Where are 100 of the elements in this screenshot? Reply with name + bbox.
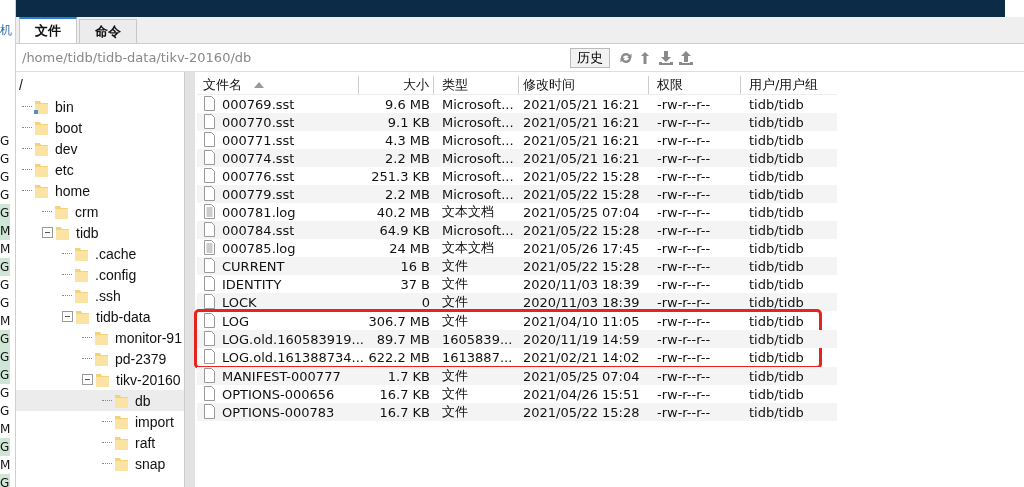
size-unit: G (0, 258, 10, 276)
collapse-icon[interactable] (42, 227, 53, 238)
table-cell: 2021/05/22 15:28 (523, 404, 640, 420)
file-row[interactable]: OPTIONS-000656 16.7 KB 文件 2021/04/26 15:51 -rw-r--r-- tidb/tidb (197, 385, 837, 403)
size-unit: G (0, 366, 10, 384)
tree-item[interactable]: bin (16, 96, 184, 117)
table-cell: 2.2 MB (385, 186, 430, 202)
table-cell: 16.7 KB (379, 386, 430, 402)
file-row[interactable]: MANIFEST-000777 1.7 KB 文件 2021/05/25 07:04 -rw-r--r-- tidb/tidb (197, 367, 837, 385)
table-cell: 000779.sst (222, 186, 295, 202)
table-cell: 9.6 MB (385, 96, 430, 112)
tree-item[interactable]: snap (16, 453, 184, 474)
tree-item[interactable]: crm (16, 201, 184, 222)
tab[interactable]: 文件 (19, 17, 77, 43)
table-cell: tidb/tidb (749, 240, 804, 256)
folder-icon (34, 182, 49, 199)
scrollbar[interactable] (185, 72, 195, 487)
folder-icon (74, 287, 89, 304)
file-row[interactable]: OPTIONS-000783 16.7 KB 文件 2021/05/22 15:28 -rw-r--r-- tidb/tidb (197, 403, 837, 421)
file-row[interactable]: 000784.sst 64.9 KB Microsoft... 2021/05/22 15:28 -rw-r--r-- tidb/tidb (197, 221, 837, 239)
table-cell: 2021/04/10 11:05 (523, 313, 640, 329)
file-icon (203, 222, 216, 238)
tree-item[interactable]: raft (16, 432, 184, 453)
table-cell: 2021/05/22 15:28 (523, 168, 640, 184)
file-row[interactable]: LOG 306.7 MB 文件 2021/04/10 11:05 -rw-r--r-- tidb/tidb (197, 312, 837, 330)
folder-icon (74, 266, 89, 283)
table-cell: 622.2 MB (368, 349, 430, 365)
folder-icon (54, 203, 69, 220)
tree-item[interactable]: import (16, 411, 184, 432)
file-row[interactable]: 000770.sst 9.1 KB Microsoft... 2021/05/21 16:21 -rw-r--r-- tidb/tidb (197, 113, 837, 131)
column-header[interactable]: 类型 (434, 76, 519, 94)
folder-icon (114, 434, 129, 451)
tree-item[interactable]: tidb-data (16, 306, 184, 327)
table-cell: 2021/05/21 16:21 (523, 150, 640, 166)
size-unit: G (0, 204, 10, 222)
file-icon (203, 132, 216, 148)
tree-item[interactable]: etc (16, 159, 184, 180)
tree-item[interactable]: .ssh (16, 285, 184, 306)
table-cell: 文件 (442, 385, 468, 403)
table-cell: tidb/tidb (749, 368, 804, 384)
file-row[interactable]: 000779.sst 2.2 MB Microsoft... 2021/05/22 15:28 -rw-r--r-- tidb/tidb (197, 185, 837, 203)
folder-icon (34, 119, 49, 136)
upload-icon[interactable] (678, 49, 694, 66)
text-file-icon (203, 204, 216, 220)
table-cell: 000776.sst (222, 168, 295, 184)
table-cell: tidb/tidb (749, 222, 804, 238)
size-unit: G (0, 169, 10, 186)
tree-item[interactable]: tikv-20160 (16, 369, 184, 390)
tree-item[interactable]: db (16, 390, 184, 411)
tab[interactable]: 命令 (79, 19, 137, 43)
folder-icon (94, 350, 109, 367)
file-row[interactable]: 000785.log 24 MB 文本文档 2021/05/26 17:45 -rw-r--r-- tidb/tidb (197, 239, 837, 257)
file-row[interactable]: 000776.sst 251.3 KB Microsoft... 2021/05/22 15:28 -rw-r--r-- tidb/tidb (197, 167, 837, 185)
tree-item[interactable]: tidb (16, 222, 184, 243)
table-cell: 000784.sst (222, 222, 295, 238)
file-row[interactable]: 000769.sst 9.6 MB Microsoft... 2021/05/21 16:21 -rw-r--r-- tidb/tidb (197, 95, 837, 113)
file-row[interactable]: 000781.log 40.2 MB 文本文档 2021/05/25 07:04 -rw-r--r-- tidb/tidb (197, 203, 837, 221)
table-cell: -rw-r--r-- (657, 294, 711, 310)
file-icon (203, 294, 216, 310)
size-unit: G (0, 474, 10, 487)
tree-item[interactable]: dev (16, 138, 184, 159)
table-cell: tidb/tidb (749, 150, 804, 166)
file-row[interactable]: LOG.old.161388734... 622.2 MB 1613887... 2021/02/21 14:02 -rw-r--r-- tidb/tidb (197, 348, 837, 366)
tree-item[interactable]: .cache (16, 243, 184, 264)
column-header[interactable]: 修改时间 (519, 76, 649, 94)
table-cell: 2021/05/22 15:28 (523, 186, 640, 202)
column-header[interactable]: 权限 (649, 76, 741, 94)
tree-item[interactable]: boot (16, 117, 184, 138)
table-cell: 1613887... (442, 349, 513, 365)
file-icon (203, 114, 216, 130)
download-icon[interactable] (658, 49, 674, 66)
history-button[interactable]: 历史 (570, 47, 610, 68)
table-cell: 2020/11/03 18:39 (523, 294, 640, 310)
collapse-icon[interactable] (82, 374, 93, 385)
table-cell: -rw-r--r-- (657, 204, 711, 220)
file-row[interactable]: IDENTITY 37 B 文件 2020/11/03 18:39 -rw-r--r-- tidb/tidb (197, 275, 837, 293)
table-cell: CURRENT (222, 258, 285, 274)
folder-icon (75, 308, 90, 325)
table-cell: -rw-r--r-- (657, 96, 711, 112)
file-row[interactable]: CURRENT 16 B 文件 2021/05/22 15:28 -rw-r--r-- tidb/tidb (197, 257, 837, 275)
collapse-icon[interactable] (62, 311, 73, 322)
column-header[interactable]: 大小 (359, 76, 434, 94)
column-header[interactable]: 文件名 (197, 76, 359, 94)
table-cell: 306.7 MB (368, 313, 430, 329)
table-cell: OPTIONS-000656 (222, 386, 335, 402)
tree-item[interactable]: pd-2379 (16, 348, 184, 369)
tree-item[interactable]: .config (16, 264, 184, 285)
table-cell: Microsoft... (442, 150, 514, 166)
file-row[interactable]: LOG.old.160583919... 89.7 MB 1605839... 2020/11/19 14:59 -rw-r--r-- tidb/tidb (197, 330, 837, 348)
file-row[interactable]: 000774.sst 2.2 MB Microsoft... 2021/05/21 16:21 -rw-r--r-- tidb/tidb (197, 149, 837, 167)
column-header[interactable]: 用户/用户组 (741, 76, 837, 94)
table-cell: 文件 (442, 293, 468, 311)
file-row[interactable]: 000771.sst 4.3 MB Microsoft... 2021/05/21 16:21 -rw-r--r-- tidb/tidb (197, 131, 837, 149)
tree-root[interactable]: / (16, 75, 23, 96)
table-cell: tidb/tidb (749, 204, 804, 220)
table-cell: -rw-r--r-- (657, 386, 711, 402)
path-field[interactable]: /home/tidb/tidb-data/tikv-20160/db (16, 50, 570, 65)
folder-icon (114, 392, 129, 409)
tree-item[interactable]: home (16, 180, 184, 201)
tree-item[interactable]: monitor-91 (16, 327, 184, 348)
